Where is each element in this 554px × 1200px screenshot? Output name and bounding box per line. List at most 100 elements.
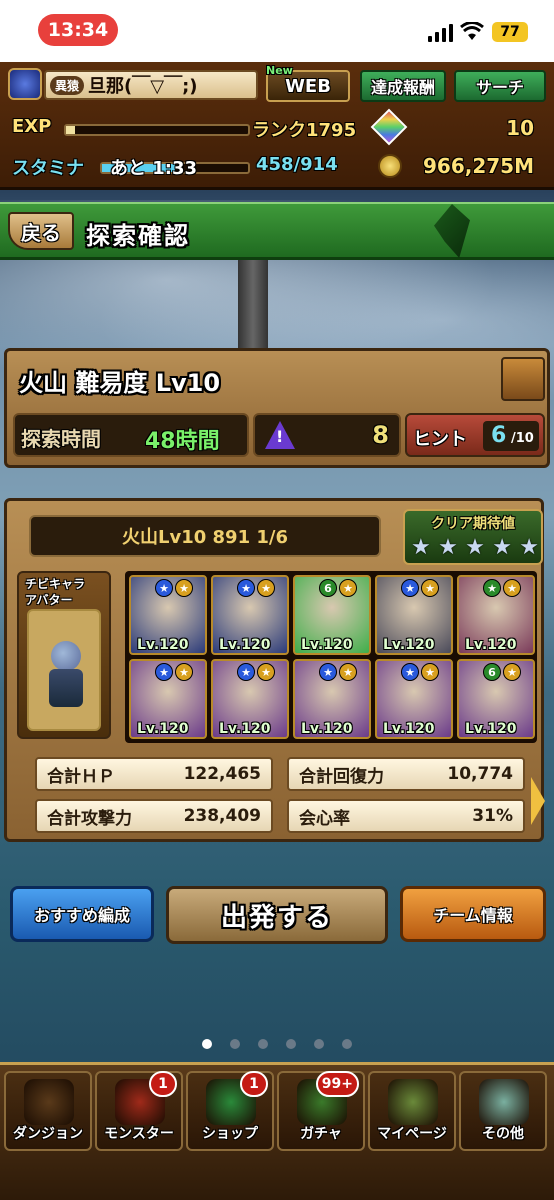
stamina-label: スタミナ [12, 158, 84, 179]
player-name-box[interactable]: 異猿 旦那(￣▽￣;) [44, 70, 258, 100]
warning-mark: ! [276, 427, 284, 446]
nav-label: ガチャ [300, 1126, 342, 1142]
coin-icon [378, 154, 402, 178]
rating-star-icon: ★ [492, 535, 512, 560]
rating-star-icon: ★ [438, 535, 458, 560]
total-hp-label: 合計ＨＰ [47, 766, 115, 787]
monster-slot[interactable]: ★ ★ Lv.120 [293, 659, 371, 739]
back-button[interactable]: 戻る [8, 212, 74, 250]
page-dot [202, 1039, 212, 1049]
notification-badge: 1 [240, 1071, 268, 1097]
awakening-icon: 6 [483, 663, 501, 681]
awakening-icon: 6 [319, 579, 337, 597]
awakening-icon: ★ [401, 663, 419, 681]
notification-badge: 99+ [315, 1071, 359, 1097]
monster-slot[interactable]: 6 ★ Lv.120 [293, 575, 371, 655]
next-team-arrow-icon[interactable] [531, 777, 545, 825]
web-button-label: WEB [285, 75, 331, 97]
avatar-label-1: チビキャラ [25, 577, 86, 591]
page-dot [314, 1039, 324, 1049]
awakening-icon: ★ [237, 579, 255, 597]
assist-star-icon: ★ [503, 579, 521, 597]
avatar [51, 641, 81, 671]
dragon-ornament-icon [434, 204, 470, 258]
total-atk-label: 合計攻撃力 [47, 808, 132, 829]
avatar-frame [27, 609, 101, 731]
page-dot [258, 1039, 268, 1049]
monster-level: Lv.120 [137, 721, 189, 737]
stamina-value: 458/914 [256, 154, 338, 175]
nav-label: ショップ [202, 1126, 258, 1142]
battery-level: 77 [500, 24, 520, 40]
assist-star-icon: ★ [257, 663, 275, 681]
nav-icon [388, 1079, 438, 1125]
monster-slot[interactable]: ★ ★ Lv.120 [211, 575, 289, 655]
achievement-button[interactable]: 達成報酬 [360, 70, 446, 102]
nav-label: ダンジョン [13, 1126, 83, 1142]
hint-label: ヒント [413, 429, 467, 450]
nav-item[interactable]: ガチャ 99+ [277, 1071, 365, 1151]
signal-icon [428, 24, 454, 42]
crit-rate-label: 会心率 [299, 808, 350, 829]
recommend-button[interactable]: おすすめ編成 [10, 886, 154, 942]
total-atk-box: 合計攻撃力 238,409 [35, 799, 273, 833]
nav-item[interactable]: その他 [459, 1071, 547, 1151]
magic-stone-icon [370, 108, 408, 146]
avatar-body [49, 669, 83, 707]
quest-panel: 火山 難易度 Lv10 探索時間 48時間 ! 8 ヒント 6 /10 [4, 348, 550, 468]
monster-slot[interactable]: ★ ★ Lv.120 [129, 659, 207, 739]
rating-star-icon: ★ [411, 535, 431, 560]
new-tag: New [266, 64, 293, 77]
title-bar: 戻る 探索確認 [0, 202, 554, 260]
clear-rating-stars: ★ ★ ★ ★ ★ [411, 535, 539, 561]
page-dot [230, 1039, 240, 1049]
monster-slot[interactable]: 6 ★ Lv.120 [457, 659, 535, 739]
rating-star-icon: ★ [519, 535, 539, 560]
quest-title: 火山 難易度 Lv10 [19, 369, 221, 397]
nav-item[interactable]: モンスター 1 [95, 1071, 183, 1151]
rank-badge: 異猿 [50, 75, 85, 95]
nav-item[interactable]: ダンジョン [4, 1071, 92, 1151]
exp-label: EXP [12, 116, 52, 137]
monster-level: Lv.120 [301, 721, 353, 737]
monster-slot[interactable]: ★ ★ Lv.120 [129, 575, 207, 655]
stamina-timer: あと 1:33 [110, 158, 198, 179]
exp-bar-fill [66, 126, 76, 134]
team-name-box[interactable]: 火山Lv10 891 1/6 [29, 515, 381, 557]
avatar-box[interactable]: チビキャラ アバター [17, 571, 111, 739]
monster-slot[interactable]: ★ ★ Lv.120 [211, 659, 289, 739]
awakening-icon: ★ [401, 579, 419, 597]
exp-bar [64, 124, 250, 136]
monster-slot[interactable]: ★ ★ Lv.120 [457, 575, 535, 655]
search-button[interactable]: サーチ [454, 70, 546, 102]
explore-time-value: 48時間 [145, 429, 220, 454]
nav-item[interactable]: マイページ [368, 1071, 456, 1151]
nav-label: モンスター [104, 1126, 174, 1142]
page-dot [286, 1039, 296, 1049]
awakening-icon: ★ [319, 663, 337, 681]
nav-icon [24, 1079, 74, 1125]
rating-star-icon: ★ [465, 535, 485, 560]
awakening-icon: ★ [155, 579, 173, 597]
monster-level: Lv.120 [383, 637, 435, 653]
page-dot [342, 1039, 352, 1049]
player-name: 旦那(￣▽￣;) [88, 76, 198, 97]
monster-level: Lv.120 [383, 721, 435, 737]
wifi-icon [460, 21, 484, 42]
hint-box[interactable]: ヒント 6 /10 [405, 413, 545, 457]
nav-item[interactable]: ショップ 1 [186, 1071, 274, 1151]
web-button[interactable]: New WEB [266, 64, 350, 102]
awakening-icon: ★ [237, 663, 255, 681]
depart-button[interactable]: 出発する [166, 886, 388, 944]
monster-slot[interactable]: ★ ★ Lv.120 [375, 575, 453, 655]
hint-total: /10 [511, 431, 534, 446]
rank-label: ランク1795 [252, 120, 357, 141]
total-hp-box: 合計ＨＰ 122,465 [35, 757, 273, 791]
treasure-chest-icon[interactable] [501, 357, 545, 401]
assist-star-icon: ★ [257, 579, 275, 597]
nav-icon [479, 1079, 529, 1125]
monster-level: Lv.120 [301, 637, 353, 653]
total-rcv-box: 合計回復力 10,774 [287, 757, 525, 791]
monster-slot[interactable]: ★ ★ Lv.120 [375, 659, 453, 739]
team-info-button[interactable]: チーム情報 [400, 886, 546, 942]
